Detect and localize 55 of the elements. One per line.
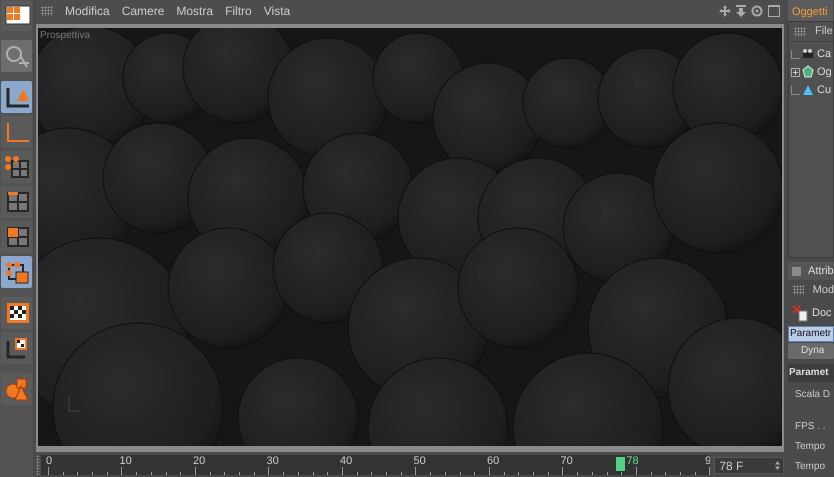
panel-tab[interactable]: Oggetti xyxy=(788,0,834,22)
frame-number: 9 xyxy=(704,455,710,467)
frame-number: 30 xyxy=(266,455,279,467)
document-icon xyxy=(792,304,808,322)
grip-icon[interactable] xyxy=(793,285,804,295)
tool-button[interactable] xyxy=(1,81,32,113)
frame-number: 20 xyxy=(192,455,206,467)
shapes-icon xyxy=(2,376,30,402)
frame-number: 70 xyxy=(560,455,573,467)
points-grid-icon xyxy=(2,154,30,180)
down-arrow-icon[interactable] xyxy=(736,5,746,17)
panel-icon xyxy=(792,266,801,276)
grip-icon[interactable] xyxy=(794,26,806,37)
parameter-label: Tempo xyxy=(794,460,826,474)
object-name: Doc xyxy=(812,306,832,321)
object-item[interactable]: Ca xyxy=(817,46,832,62)
move-icon[interactable] xyxy=(719,5,731,17)
menu-item[interactable]: Mostra xyxy=(172,2,218,20)
frame-number: 10 xyxy=(119,455,132,467)
tab[interactable]: Parametr xyxy=(788,326,834,342)
menu-item[interactable]: Modifica xyxy=(61,2,114,20)
object-item[interactable]: Og xyxy=(817,64,832,80)
frame-number: 50 xyxy=(413,455,426,467)
grip-icon[interactable] xyxy=(41,6,53,16)
frame-field[interactable]: 78 F xyxy=(714,457,784,474)
frame-value: 78 F xyxy=(719,458,744,474)
frame-number: 0 xyxy=(46,455,52,467)
parameter-label: FPS . . xyxy=(794,420,827,434)
menu-item[interactable]: Vista xyxy=(260,2,294,20)
expand-icon[interactable] xyxy=(791,68,800,77)
tool-button[interactable] xyxy=(1,1,32,31)
tab[interactable]: Dyna xyxy=(788,343,834,359)
menu-item[interactable]: Filtro xyxy=(221,2,256,20)
timeline-ruler[interactable]: 0 10 20 30 40 50 60 70 78 9 xyxy=(40,455,710,475)
axis-icon xyxy=(66,394,80,414)
viewport[interactable]: Prospettiva xyxy=(36,24,784,452)
object-item[interactable]: Cu xyxy=(817,82,832,98)
grip-icon[interactable] xyxy=(36,455,40,475)
playhead[interactable] xyxy=(616,457,626,471)
menu-item[interactable]: File xyxy=(815,23,833,40)
view-label: Prospettiva xyxy=(40,29,90,43)
tool-button[interactable] xyxy=(1,256,32,288)
frame-number: 60 xyxy=(486,455,500,467)
spinner-icon[interactable] xyxy=(775,461,780,470)
tool-button[interactable] xyxy=(1,332,32,364)
section-title: Paramet xyxy=(788,364,834,382)
panel-title: Attrib xyxy=(808,264,834,279)
parameter-label: Scala D xyxy=(794,388,832,402)
current-frame: 78 xyxy=(626,455,639,467)
menu-item[interactable]: Mod xyxy=(812,282,834,298)
frame-number: 40 xyxy=(340,455,352,467)
window-icon[interactable] xyxy=(768,5,780,17)
menu-item[interactable]: Camere xyxy=(118,2,168,20)
tool-button[interactable] xyxy=(1,297,32,329)
parameter-label: Tempo xyxy=(794,440,826,454)
